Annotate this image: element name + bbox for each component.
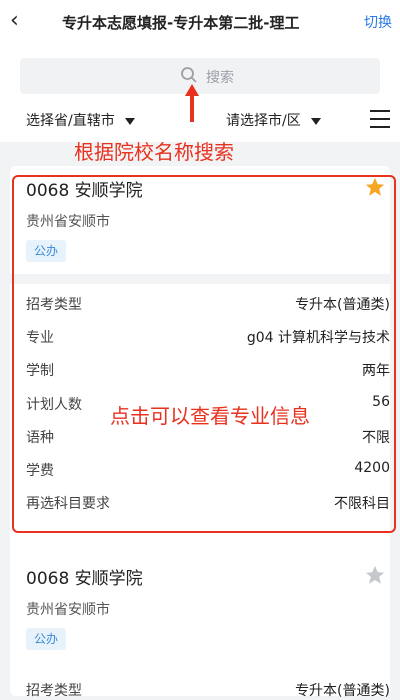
app-header: ‹ 专升本志愿填报-专升本第二批-理工 切换 [0, 0, 400, 46]
chevron-down-icon [124, 117, 135, 125]
highlight-box [12, 175, 396, 533]
row-key: 招考类型 [26, 683, 82, 699]
college-name: 0068 安顺学院 [26, 569, 143, 589]
menu-icon[interactable] [370, 110, 390, 134]
search-input[interactable]: 搜索 [20, 58, 380, 94]
search-annotation: 根据院校名称搜索 [74, 140, 234, 164]
city-label: 请选择市/区 [226, 113, 301, 129]
city-select[interactable]: 请选择市/区 [226, 110, 321, 130]
back-icon[interactable]: ‹ [10, 8, 36, 34]
arrow-up-icon [185, 84, 199, 122]
province-select[interactable]: 选择省/直辖市 [26, 110, 135, 130]
search-icon [181, 67, 197, 83]
search-placeholder: 搜索 [206, 70, 234, 86]
chevron-down-icon [310, 117, 321, 125]
college-location: 贵州省安顺市 [26, 602, 110, 618]
info-row: 招考类型 专升本(普通类) [26, 680, 390, 700]
filter-bar: 选择省/直辖市 请选择市/区 [0, 98, 400, 138]
row-value: 专升本(普通类) [295, 683, 390, 699]
province-label: 选择省/直辖市 [26, 113, 115, 129]
ownership-badge: 公办 [26, 628, 67, 650]
switch-button[interactable]: 切换 [364, 12, 392, 32]
star-icon[interactable] [364, 564, 386, 586]
college-card[interactable]: 0068 安顺学院 贵州省安顺市 公办 招考类型 专升本(普通类) [10, 548, 390, 699]
detail-annotation: 点击可以查看专业信息 [110, 404, 310, 428]
page-title: 专升本志愿填报-专升本第二批-理工 [62, 14, 300, 32]
